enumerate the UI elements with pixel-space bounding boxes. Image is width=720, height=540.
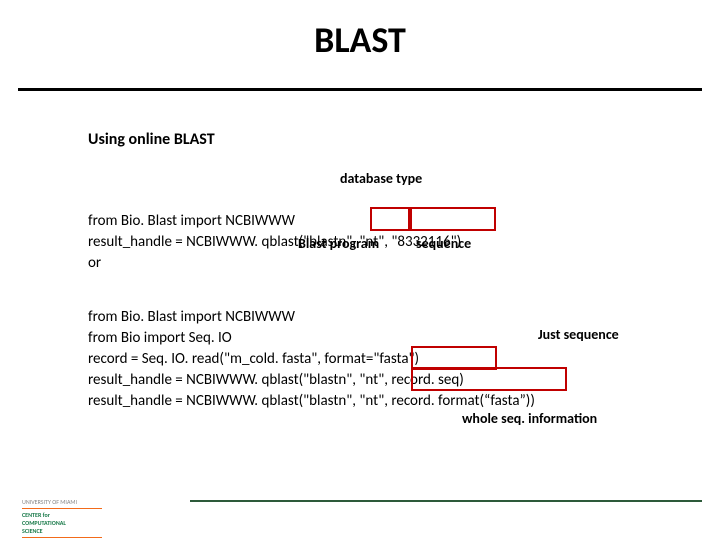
annotation-database-type: database type	[340, 170, 422, 187]
footer-univ: UNIVERSITY OF MIAMI	[22, 499, 102, 505]
code-block-1: from Bio. Blast import NCBIWWW result_ha…	[88, 190, 461, 274]
footer-logo: UNIVERSITY OF MIAMI CENTER for COMPUTATI…	[22, 499, 102, 540]
code-line: result_handle = NCBIWWW. qblast("blastn"…	[88, 233, 461, 251]
code-line: from Bio. Blast import NCBIWWW	[88, 212, 295, 230]
footer-line-icon	[22, 537, 102, 538]
title-divider	[18, 88, 702, 91]
code-line: result_handle = NCBIWWW. qblast("blastn"…	[88, 392, 535, 410]
footer-sci: SCIENCE	[22, 528, 102, 534]
redbox-sequence-id	[410, 207, 496, 231]
footer-line-icon	[22, 508, 102, 509]
annotation-sequence: sequence	[416, 235, 471, 252]
code-line: record = Seq. IO. read("m_cold. fasta", …	[88, 350, 419, 368]
code-line: from Bio. Blast import NCBIWWW	[88, 308, 295, 326]
annotation-whole-seq: whole seq. information	[462, 410, 597, 427]
footer-divider	[190, 500, 702, 502]
or-label: or	[88, 254, 101, 272]
slide: BLAST Using online BLAST database type f…	[0, 18, 720, 540]
code-line: from Bio import Seq. IO	[88, 329, 232, 347]
code-line: result_handle = NCBIWWW. qblast("blastn"…	[88, 371, 464, 389]
page-title: BLAST	[0, 18, 720, 62]
subtitle: Using online BLAST	[88, 130, 215, 149]
redbox-nt	[370, 207, 410, 231]
footer-comp: COMPUTATIONAL	[22, 520, 102, 526]
redbox-record-format	[411, 367, 567, 391]
annotation-just-sequence: Just sequence	[538, 326, 619, 343]
footer-center: CENTER for	[22, 512, 102, 518]
annotation-blast-program: Blast program	[298, 235, 379, 252]
